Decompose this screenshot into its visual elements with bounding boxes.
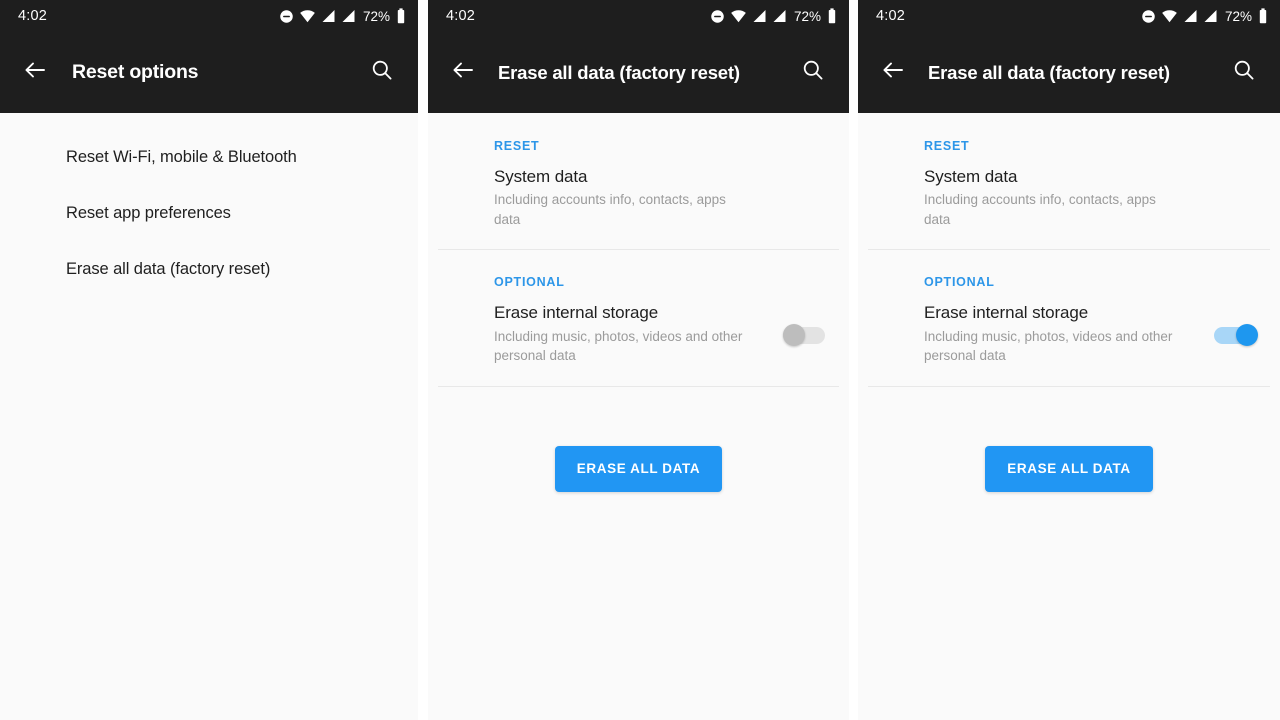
arrow-left-icon <box>451 58 475 87</box>
list-item-label: Reset Wi-Fi, mobile & Bluetooth <box>66 147 297 166</box>
battery-icon <box>1258 8 1268 24</box>
signal-icon <box>341 9 356 23</box>
back-button[interactable] <box>874 54 912 92</box>
status-bar-clock: 4:02 <box>876 8 906 24</box>
signal-icon <box>752 9 767 23</box>
search-icon <box>801 58 825 87</box>
section-reset: RESET System data Including accounts inf… <box>428 113 849 250</box>
row-erase-internal-storage[interactable]: Erase internal storage Including music, … <box>858 289 1280 385</box>
page-title: Reset options <box>72 61 199 83</box>
status-bar-clock: 4:02 <box>18 8 48 24</box>
page-title: Erase all data (factory reset) <box>928 61 1170 83</box>
row-system-data[interactable]: System data Including accounts info, con… <box>428 153 849 249</box>
app-bar: Reset options <box>0 32 418 113</box>
row-title: Erase internal storage <box>494 303 659 323</box>
list-item-label: Reset app preferences <box>66 203 231 222</box>
action-area: ERASE ALL DATA <box>428 385 849 492</box>
status-bar: 4:02 72% <box>0 0 418 32</box>
phone-screen-erase-all-data-on: 4:02 72% Erase all data (factory reset) … <box>858 0 1280 720</box>
screenshot-stage: 4:02 72% Reset options Reset Wi-Fi, mobi… <box>0 0 1280 720</box>
row-texts: Erase internal storage Including music, … <box>924 302 1206 365</box>
row-texts: System data Including accounts info, con… <box>494 166 827 229</box>
status-bar: 4:02 72% <box>428 0 849 32</box>
content-area: Reset Wi-Fi, mobile & Bluetooth Reset ap… <box>0 113 418 720</box>
erase-all-data-button[interactable]: ERASE ALL DATA <box>985 445 1153 492</box>
battery-percent-label: 72% <box>362 8 390 24</box>
section-header: OPTIONAL <box>494 275 565 290</box>
reset-options-list: Reset Wi-Fi, mobile & Bluetooth Reset ap… <box>0 113 418 297</box>
status-bar-icons: 72% <box>279 8 406 24</box>
search-icon <box>1232 58 1256 87</box>
app-bar: Erase all data (factory reset) <box>428 32 849 113</box>
section-header: OPTIONAL <box>924 275 995 290</box>
phone-screen-reset-options: 4:02 72% Reset options Reset Wi-Fi, mobi… <box>0 0 418 720</box>
battery-percent-label: 72% <box>1224 8 1252 24</box>
back-button[interactable] <box>16 54 54 92</box>
app-bar: Erase all data (factory reset) <box>858 32 1280 113</box>
list-item[interactable]: Reset Wi-Fi, mobile & Bluetooth <box>0 129 418 185</box>
battery-percent-label: 72% <box>793 8 821 24</box>
back-button[interactable] <box>444 54 482 92</box>
status-bar: 4:02 72% <box>858 0 1280 32</box>
row-system-data[interactable]: System data Including accounts info, con… <box>858 153 1280 249</box>
wifi-icon <box>299 9 316 23</box>
row-title: System data <box>494 167 588 186</box>
row-title: Erase internal storage <box>924 303 1089 323</box>
page-title: Erase all data (factory reset) <box>498 61 740 83</box>
search-icon <box>370 58 394 87</box>
wifi-icon <box>730 9 747 23</box>
row-texts: System data Including accounts info, con… <box>924 166 1258 229</box>
section-header: RESET <box>924 139 970 153</box>
action-area: ERASE ALL DATA <box>858 385 1280 492</box>
status-bar-clock: 4:02 <box>446 8 476 24</box>
row-subtitle: Including music, photos, videos and othe… <box>494 328 743 364</box>
battery-icon <box>396 8 406 24</box>
dnd-icon <box>710 9 725 24</box>
row-subtitle: Including accounts info, contacts, apps … <box>494 192 726 227</box>
section-reset: RESET System data Including accounts inf… <box>858 113 1280 250</box>
erase-internal-storage-toggle[interactable] <box>1214 324 1258 347</box>
arrow-left-icon <box>881 58 905 87</box>
search-button[interactable] <box>1226 55 1262 91</box>
phone-screen-erase-all-data-off: 4:02 72% Erase all data (factory reset) … <box>428 0 849 720</box>
row-texts: Erase internal storage Including music, … <box>494 302 775 365</box>
section-optional: OPTIONAL Erase internal storage Includin… <box>428 249 849 386</box>
section-header: RESET <box>494 139 540 153</box>
wifi-icon <box>1161 9 1178 23</box>
button-block: ERASE ALL DATA <box>428 386 849 492</box>
dnd-icon <box>279 9 294 24</box>
row-subtitle: Including accounts info, contacts, apps … <box>924 192 1156 227</box>
content-area: RESET System data Including accounts inf… <box>428 113 849 720</box>
content-area: RESET System data Including accounts inf… <box>858 113 1280 720</box>
row-title: System data <box>924 167 1018 186</box>
signal-icon <box>321 9 336 23</box>
arrow-left-icon <box>23 58 47 87</box>
toggle-thumb <box>1236 324 1258 347</box>
row-erase-internal-storage[interactable]: Erase internal storage Including music, … <box>428 289 849 385</box>
section-optional: OPTIONAL Erase internal storage Includin… <box>858 249 1280 386</box>
row-subtitle: Including music, photos, videos and othe… <box>924 328 1173 364</box>
button-block: ERASE ALL DATA <box>858 386 1280 492</box>
panel-divider-gap <box>849 0 858 720</box>
list-item[interactable]: Erase all data (factory reset) <box>0 241 418 297</box>
list-item[interactable]: Reset app preferences <box>0 185 418 241</box>
dnd-icon <box>1141 9 1156 24</box>
panel-divider-gap <box>418 0 428 720</box>
erase-internal-storage-toggle[interactable] <box>783 324 827 347</box>
status-bar-icons: 72% <box>1141 8 1268 24</box>
signal-icon <box>772 9 787 23</box>
signal-icon <box>1183 9 1198 23</box>
battery-icon <box>827 8 837 24</box>
status-bar-icons: 72% <box>710 8 837 24</box>
list-item-label: Erase all data (factory reset) <box>66 259 271 278</box>
signal-icon <box>1203 9 1218 23</box>
search-button[interactable] <box>364 55 400 91</box>
search-button[interactable] <box>795 55 831 91</box>
erase-all-data-button[interactable]: ERASE ALL DATA <box>554 445 723 492</box>
